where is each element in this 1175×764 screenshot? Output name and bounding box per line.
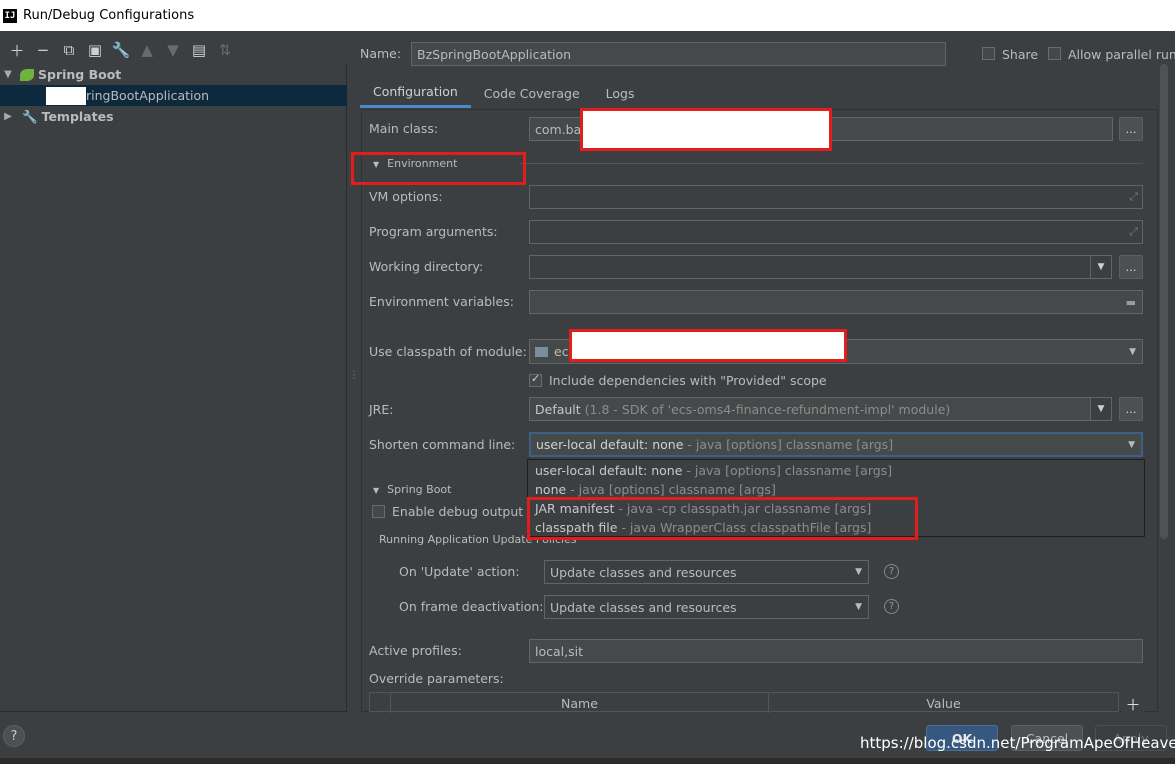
share-label: Share xyxy=(1002,47,1039,62)
help-button[interactable]: ? xyxy=(3,725,25,747)
chevron-down-icon: ▼ xyxy=(855,602,862,612)
name-label: Name: xyxy=(360,46,402,61)
folder-icon[interactable]: ▬ xyxy=(1126,296,1136,309)
help-icon[interactable]: ? xyxy=(884,564,899,579)
sort-icon[interactable]: ⇅ xyxy=(212,39,238,61)
chevron-down-icon: ▼ xyxy=(373,486,380,495)
copy-icon[interactable]: ⧉ xyxy=(56,39,82,61)
jre-select[interactable]: Default (1.8 - SDK of 'ecs-oms4-finance-… xyxy=(529,397,1091,421)
env-vars-label: Environment variables: xyxy=(369,294,514,309)
parallel-run-checkbox[interactable] xyxy=(1048,47,1061,60)
module-folder-icon xyxy=(535,346,548,357)
chevron-right-icon[interactable]: ▶ xyxy=(2,111,14,122)
debug-output-label: Enable debug output xyxy=(392,504,524,519)
chevron-down-icon: ▼ xyxy=(855,567,862,577)
option-classpath-file[interactable]: classpath file - java WrapperClass class… xyxy=(535,518,871,536)
column-header-value[interactable]: Value xyxy=(768,693,1118,713)
chevron-down-icon: ▼ xyxy=(1129,346,1136,357)
vm-options-input[interactable]: ⤢ xyxy=(529,185,1143,209)
override-params-table: Name Value xyxy=(369,692,1119,713)
vm-options-label: VM options: xyxy=(369,189,443,204)
chevron-down-icon[interactable]: ▼ xyxy=(2,69,14,80)
shorten-cmd-label: Shorten command line: xyxy=(369,437,516,452)
tab-configuration[interactable]: Configuration xyxy=(360,78,471,108)
chevron-down-icon: ▼ xyxy=(1128,439,1135,450)
frame-deact-select[interactable]: Update classes and resources ▼ xyxy=(544,595,869,619)
program-args-label: Program arguments: xyxy=(369,224,498,239)
tree-item-app-config[interactable]: ringBootApplication xyxy=(0,85,347,106)
name-input[interactable]: BzSpringBootApplication xyxy=(411,42,946,66)
splitter-handle[interactable]: ⋮ xyxy=(349,370,359,381)
wrench-icon[interactable]: 🔧 xyxy=(108,39,134,61)
redacted-area xyxy=(582,110,830,149)
window-title: Run/Debug Configurations xyxy=(23,8,195,23)
include-deps-label: Include dependencies with "Provided" sco… xyxy=(549,373,827,388)
browse-working-dir-button[interactable]: … xyxy=(1119,255,1143,279)
jre-dropdown[interactable]: ▼ xyxy=(1090,397,1112,421)
option-none[interactable]: none - java [options] classname [args] xyxy=(535,480,776,498)
add-param-icon[interactable]: ＋ xyxy=(1122,693,1144,715)
active-profiles-label: Active profiles: xyxy=(369,643,462,658)
save-icon[interactable]: ▣ xyxy=(82,39,108,61)
share-checkbox[interactable] xyxy=(982,47,995,60)
config-tabs: Configuration Code Coverage Logs xyxy=(360,78,648,108)
active-profiles-input[interactable]: local,sit xyxy=(529,639,1143,663)
browse-main-class-button[interactable]: … xyxy=(1119,117,1143,141)
divider xyxy=(520,163,1143,164)
override-params-label: Override parameters: xyxy=(369,671,504,686)
column-header-name[interactable]: Name xyxy=(390,693,768,713)
option-jar-manifest[interactable]: JAR manifest - java -cp classpath.jar cl… xyxy=(535,499,871,517)
redacted-area xyxy=(571,331,845,360)
environment-toggle[interactable]: ▼ Environment xyxy=(373,157,457,170)
include-deps-checkbox[interactable] xyxy=(529,372,542,387)
down-icon[interactable]: ▼ xyxy=(160,39,186,61)
help-icon[interactable]: ? xyxy=(884,599,899,614)
wrench-icon: 🔧 xyxy=(22,108,38,124)
env-vars-input[interactable]: ▬ xyxy=(529,290,1143,314)
shorten-cmd-options: user-local default: none - java [options… xyxy=(527,459,1145,537)
panel-scrollbar[interactable] xyxy=(1160,64,1168,539)
shorten-cmd-select[interactable]: user-local default: none - java [options… xyxy=(529,432,1143,457)
tree-item-spring-boot[interactable]: ▼ Spring Boot xyxy=(0,64,347,85)
spring-boot-section-toggle[interactable]: ▼ Spring Boot xyxy=(373,483,451,496)
config-tree: ▼ Spring Boot ringBootApplication ▶ 🔧 Te… xyxy=(0,64,347,712)
working-dir-dropdown[interactable]: ▼ xyxy=(1090,255,1112,279)
folder-add-icon[interactable]: ▤ xyxy=(186,39,212,61)
bottom-strip xyxy=(0,758,1175,764)
jre-label: JRE: xyxy=(369,402,394,417)
add-icon[interactable]: ＋ xyxy=(4,39,30,61)
config-toolbar: ＋ − ⧉ ▣ 🔧 ▲ ▼ ▤ ⇅ xyxy=(0,38,345,62)
option-user-local-default[interactable]: user-local default: none - java [options… xyxy=(535,461,892,479)
expand-icon[interactable]: ⤢ xyxy=(1129,190,1138,204)
title-bar: IJ Run/Debug Configurations xyxy=(0,0,1175,31)
frame-deact-label: On frame deactivation: xyxy=(399,599,544,614)
main-class-label: Main class: xyxy=(369,121,439,136)
remove-icon[interactable]: − xyxy=(30,39,56,61)
tab-code-coverage[interactable]: Code Coverage xyxy=(471,78,593,108)
parallel-run-label: Allow parallel run xyxy=(1068,47,1175,62)
tab-logs[interactable]: Logs xyxy=(593,78,648,108)
program-args-input[interactable]: ⤢ xyxy=(529,220,1143,244)
intellij-logo-icon: IJ xyxy=(3,8,17,23)
browse-jre-button[interactable]: … xyxy=(1119,397,1143,421)
expand-icon[interactable]: ⤢ xyxy=(1129,225,1138,239)
spring-boot-icon xyxy=(20,68,34,81)
up-icon[interactable]: ▲ xyxy=(134,39,160,61)
debug-output-checkbox[interactable] xyxy=(372,505,385,518)
classpath-label: Use classpath of module: xyxy=(369,344,527,359)
chevron-down-icon: ▼ xyxy=(373,160,380,169)
working-dir-input[interactable] xyxy=(529,255,1091,279)
tree-item-templates[interactable]: ▶ 🔧 Templates xyxy=(0,106,347,127)
update-action-select[interactable]: Update classes and resources ▼ xyxy=(544,560,869,584)
watermark: https://blog.csdn.net/ProgramApeOfHeaven xyxy=(860,734,1175,752)
update-action-label: On 'Update' action: xyxy=(399,564,520,579)
working-dir-label: Working directory: xyxy=(369,259,484,274)
redacted-area xyxy=(46,86,86,105)
